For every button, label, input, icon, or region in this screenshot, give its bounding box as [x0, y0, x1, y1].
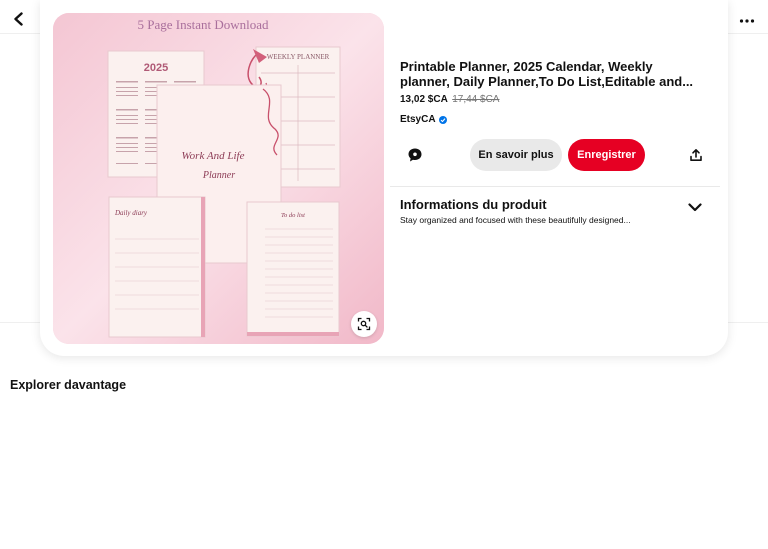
- product-info-description: Stay organized and focused with these be…: [400, 215, 631, 225]
- comment-icon: [408, 148, 422, 162]
- image-daily-title: Daily diary: [114, 209, 148, 217]
- comment-button[interactable]: [405, 145, 425, 165]
- pin-closeup-page: 5 Page Instant Download 2025 WEEKLY PLAN…: [0, 0, 768, 549]
- planner-illustration: 5 Page Instant Download 2025 WEEKLY PLAN…: [53, 13, 384, 344]
- seller-row[interactable]: EtsyCA: [400, 114, 720, 125]
- chevron-down-icon: [688, 202, 702, 211]
- more-options-icon: [739, 19, 755, 23]
- visual-search-icon: [357, 317, 371, 331]
- verified-check-icon: [438, 115, 447, 124]
- image-todo-title: To do list: [281, 212, 305, 219]
- back-arrow-icon: [14, 12, 23, 26]
- share-icon: [690, 149, 702, 161]
- pin-image[interactable]: 5 Page Instant Download 2025 WEEKLY PLAN…: [53, 13, 384, 344]
- info-divider: [390, 186, 720, 187]
- save-button[interactable]: Enregistrer: [568, 139, 645, 171]
- visual-search-button[interactable]: [351, 311, 377, 337]
- price: 13,02 $CA: [400, 94, 448, 105]
- image-cover-title-line1: Work And Life: [182, 150, 245, 162]
- image-weekly-title: WEEKLY PLANNER: [267, 53, 330, 61]
- image-caption: 5 Page Instant Download: [137, 17, 269, 32]
- learn-more-button[interactable]: En savoir plus: [470, 139, 562, 171]
- share-button[interactable]: [686, 145, 706, 165]
- image-calendar-title: 2025: [144, 62, 168, 74]
- image-cover-title-line2: Planner: [202, 170, 235, 181]
- back-button[interactable]: [6, 6, 32, 32]
- old-price: 17,44 $CA: [452, 94, 500, 105]
- explore-more-heading: Explorer davantage: [10, 378, 127, 392]
- seller-name[interactable]: EtsyCA: [400, 114, 436, 125]
- expand-info-button[interactable]: [685, 198, 705, 216]
- more-options-button[interactable]: [734, 8, 760, 34]
- product-info-section[interactable]: Informations du produit Stay organized a…: [400, 197, 710, 225]
- pin-title[interactable]: Printable Planner, 2025 Calendar, Weekly…: [400, 59, 700, 89]
- price-row: 13,02 $CA 17,44 $CA: [400, 94, 720, 105]
- pin-card: 5 Page Instant Download 2025 WEEKLY PLAN…: [40, 0, 728, 356]
- pin-details: Printable Planner, 2025 Calendar, Weekly…: [400, 59, 720, 125]
- action-bar: En savoir plus Enregistrer: [400, 139, 720, 171]
- product-info-title[interactable]: Informations du produit: [400, 197, 710, 212]
